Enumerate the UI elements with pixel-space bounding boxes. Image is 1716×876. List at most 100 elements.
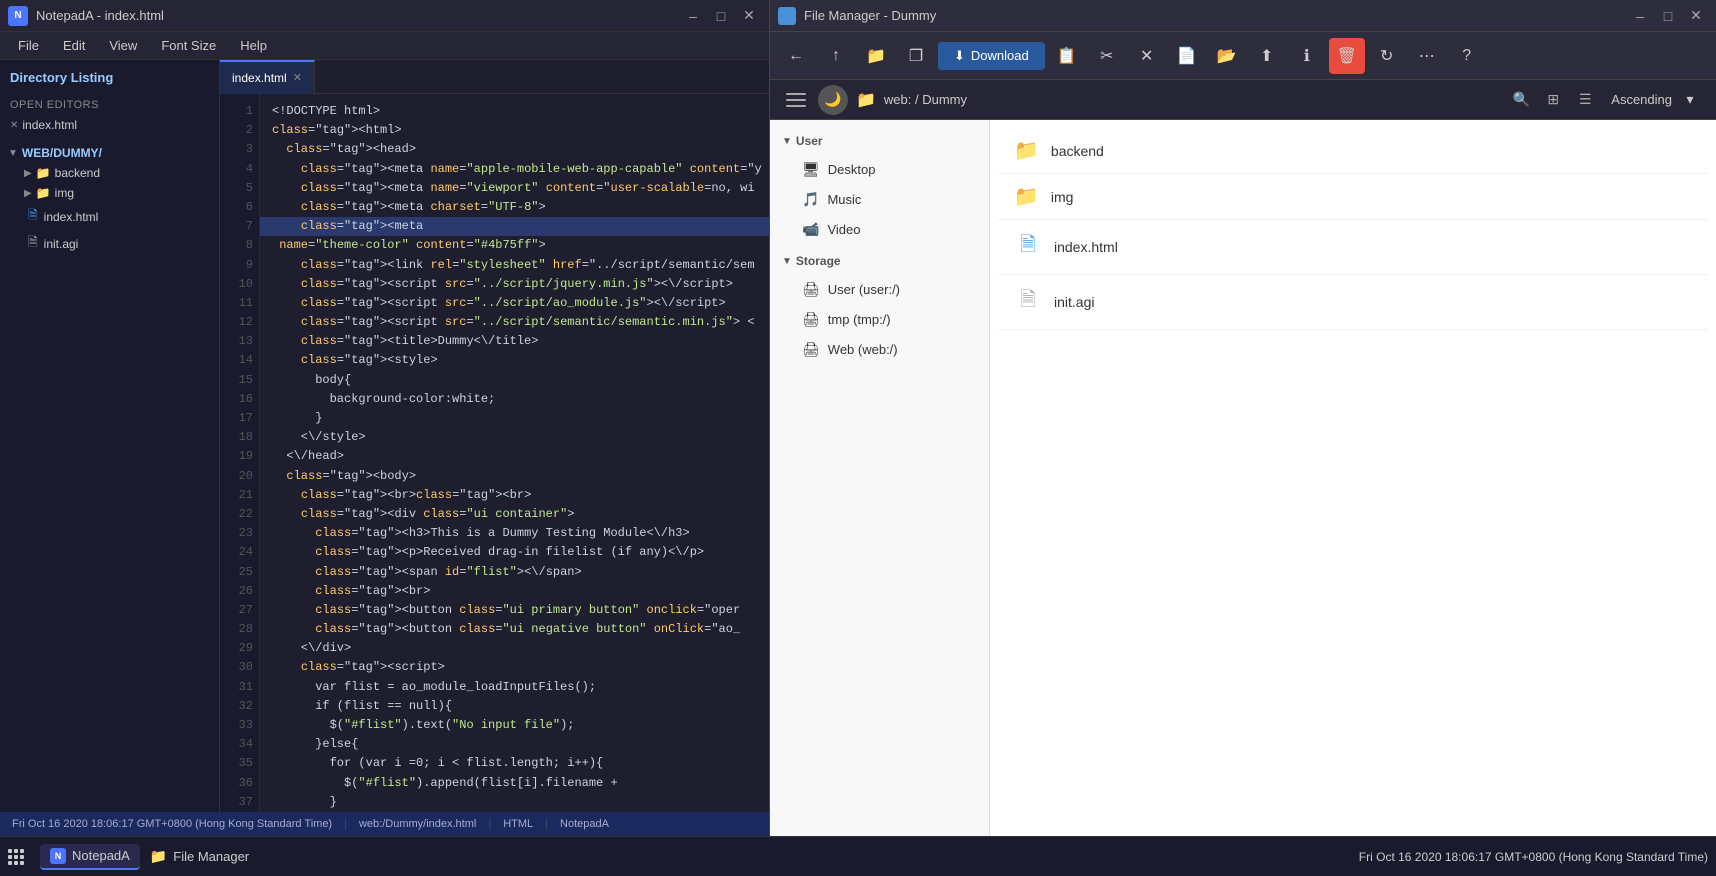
code-content[interactable]: <!DOCTYPE html> class="tag"><html> class… xyxy=(260,94,769,812)
notepad-menubar: File Edit View Font Size Help xyxy=(0,32,769,60)
fm-menu-button[interactable] xyxy=(782,86,810,114)
arrow-icon: ▼ xyxy=(782,136,792,147)
taskbar-filemanager-app[interactable]: 📁 File Manager xyxy=(140,844,259,869)
folder-img-label: img xyxy=(55,186,74,200)
desktop-icon: 🖥 xyxy=(802,161,820,178)
editor-close-icon[interactable]: ✕ xyxy=(10,120,18,131)
fm-dark-mode-toggle[interactable]: 🌙 xyxy=(818,85,848,115)
fm-nav-user-drive[interactable]: 🖨 User (user:/) xyxy=(774,275,985,304)
fm-download-button[interactable]: ⬇ Download xyxy=(938,42,1045,70)
tab-close-icon[interactable]: ✕ xyxy=(293,71,302,84)
taskbar-notepad-app[interactable]: N NotepadA xyxy=(40,844,140,870)
notepad-app-icon: N xyxy=(8,6,28,26)
fm-new-folder-button[interactable]: 📂 xyxy=(1209,38,1245,74)
fm-close-button[interactable]: ✕ xyxy=(1684,4,1708,28)
taskbar-datetime: Fri Oct 16 2020 18:06:17 GMT+0800 (Hong … xyxy=(259,850,1708,864)
tab-label: index.html xyxy=(232,71,287,85)
minimize-button[interactable]: – xyxy=(681,4,705,28)
fm-file-name-backend: backend xyxy=(1051,143,1692,159)
notepad-taskbar-icon: N xyxy=(50,848,66,864)
fm-window-title: File Manager - Dummy xyxy=(804,8,1628,23)
line-numbers: 1234567891011121314151617181920212223242… xyxy=(220,94,260,812)
video-icon: 📹 xyxy=(802,221,819,238)
status-lang: HTML xyxy=(503,818,533,830)
fm-nav-web-drive[interactable]: 🖨 Web (web:/) xyxy=(774,335,985,364)
open-editor-item[interactable]: ✕ index.html xyxy=(0,115,219,135)
fm-open-button[interactable]: ❐ xyxy=(898,38,934,74)
notepad-window: N NotepadA - index.html – □ ✕ File Edit … xyxy=(0,0,770,836)
fm-file-row-backend[interactable]: 📁 backend xyxy=(998,128,1708,174)
notepad-sidebar: Directory Listing OPEN EDITORS ✕ index.h… xyxy=(0,60,220,812)
fm-nav-user-drive-label: User (user:/) xyxy=(828,282,900,297)
folder-root[interactable]: ▼ WEB/DUMMY/ xyxy=(0,143,219,163)
fm-app-icon xyxy=(778,7,796,25)
fm-nav-desktop[interactable]: 🖥 Desktop xyxy=(774,155,985,184)
fm-file-row-init[interactable]: 🗎 init.agi xyxy=(998,275,1708,330)
arrow-icon: ▼ xyxy=(8,148,18,159)
taskbar-grid-icon[interactable] xyxy=(8,849,24,865)
fm-more-button[interactable]: ⋯ xyxy=(1409,38,1445,74)
arrow-icon: ▼ xyxy=(782,256,792,267)
fm-sort-label: Ascending xyxy=(1611,92,1672,107)
notepad-titlebar: N NotepadA - index.html – □ ✕ xyxy=(0,0,769,32)
fm-minimize-button[interactable]: – xyxy=(1628,4,1652,28)
fm-maximize-button[interactable]: □ xyxy=(1656,4,1680,28)
fm-file-name-index: index.html xyxy=(1054,239,1692,255)
fm-up-button[interactable]: ↑ xyxy=(818,38,854,74)
fm-list-view-button[interactable]: ☰ xyxy=(1571,86,1599,114)
fm-nav-user-header[interactable]: ▼ User xyxy=(770,128,989,154)
fm-sort-dropdown-button[interactable]: ▾ xyxy=(1676,86,1704,114)
close-button[interactable]: ✕ xyxy=(737,4,761,28)
fm-search-button[interactable]: 🔍 xyxy=(1507,86,1535,114)
fm-new-file-button[interactable]: 📄 xyxy=(1169,38,1205,74)
fm-nav-user-section: ▼ User 🖥 Desktop 🎵 Music 📹 Video xyxy=(770,128,989,244)
menu-fontsize[interactable]: Font Size xyxy=(151,34,226,57)
fm-back-button[interactable]: ← xyxy=(778,38,814,74)
fm-nav-video-label: Video xyxy=(827,222,860,237)
fm-body: ▼ User 🖥 Desktop 🎵 Music 📹 Video xyxy=(770,120,1716,836)
file-init-agi[interactable]: 🗎 init.agi xyxy=(0,230,219,257)
maximize-button[interactable]: □ xyxy=(709,4,733,28)
fm-grid-view-button[interactable]: ⊞ xyxy=(1539,86,1567,114)
menu-help[interactable]: Help xyxy=(230,34,277,57)
fm-file-row-index[interactable]: 🗎 index.html xyxy=(998,220,1708,275)
agi-file-icon: 🗎 xyxy=(1014,285,1042,319)
fm-nav-music-label: Music xyxy=(827,192,861,207)
fm-files-panel: 📁 backend 📁 img 🗎 index.html 🗎 init.agi xyxy=(990,120,1716,836)
file-index-html[interactable]: 🗎 index.html xyxy=(0,203,219,230)
fm-nav-storage-header[interactable]: ▼ Storage xyxy=(770,248,989,274)
fm-nav-video[interactable]: 📹 Video xyxy=(774,215,985,244)
menu-view[interactable]: View xyxy=(99,34,147,57)
fm-cut2-button[interactable]: ✕ xyxy=(1129,38,1165,74)
fm-refresh-button[interactable]: ↻ xyxy=(1369,38,1405,74)
fm-file-row-img[interactable]: 📁 img xyxy=(998,174,1708,220)
open-editors-header: OPEN EDITORS xyxy=(0,93,219,115)
menu-file[interactable]: File xyxy=(8,34,49,57)
fm-browse-button[interactable]: 📁 xyxy=(858,38,894,74)
fm-delete-button[interactable]: 🗑 xyxy=(1329,38,1365,74)
fm-nav-storage-label: Storage xyxy=(796,254,841,268)
editor-tab-index-html[interactable]: index.html ✕ xyxy=(220,60,315,94)
music-icon: 🎵 xyxy=(802,191,819,208)
fm-nav-web-label: Web (web:/) xyxy=(828,342,898,357)
fm-nav-music[interactable]: 🎵 Music xyxy=(774,185,985,214)
download-icon: ⬇ xyxy=(954,48,965,64)
window-controls: – □ ✕ xyxy=(681,4,761,28)
fm-nav-tmp-drive[interactable]: 🖨 tmp (tmp:/) xyxy=(774,305,985,334)
code-area[interactable]: 1234567891011121314151617181920212223242… xyxy=(220,94,769,812)
folder-backend[interactable]: ▶ 📁 backend xyxy=(0,163,219,183)
fm-help-button[interactable]: ? xyxy=(1449,38,1485,74)
folder-img[interactable]: ▶ 📁 img xyxy=(0,183,219,203)
notepad-editor: index.html ✕ 123456789101112131415161718… xyxy=(220,60,769,812)
status-path: web:/Dummy/index.html xyxy=(359,818,476,830)
fm-cut-button[interactable]: ✂ xyxy=(1089,38,1125,74)
fm-sort-area: 🔍 ⊞ ☰ Ascending ▾ xyxy=(1507,86,1704,114)
fm-copy-button[interactable]: 📋 xyxy=(1049,38,1085,74)
fm-upload-button[interactable]: ⬆ xyxy=(1249,38,1285,74)
editor-tabs: index.html ✕ xyxy=(220,60,769,94)
menu-edit[interactable]: Edit xyxy=(53,34,95,57)
fm-info-button[interactable]: ℹ xyxy=(1289,38,1325,74)
fm-file-name-img: img xyxy=(1051,189,1692,205)
file-init-label: init.agi xyxy=(44,237,79,251)
folder-backend-label: backend xyxy=(55,166,100,180)
